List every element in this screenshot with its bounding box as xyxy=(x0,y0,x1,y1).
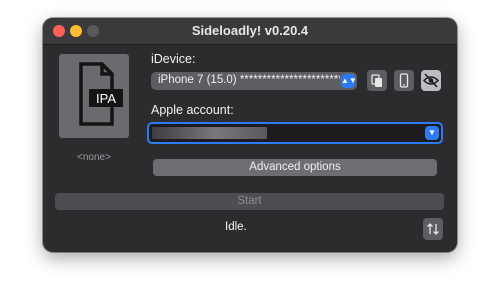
ipa-icon-text: IPA xyxy=(96,91,116,106)
status-text: Idle. xyxy=(225,221,247,233)
ipa-file-label: <none> xyxy=(77,152,111,163)
start-button[interactable]: Start xyxy=(55,193,444,210)
device-selected-value: iPhone 7 (15.0) ************************ xyxy=(158,74,340,86)
chevron-down-icon[interactable]: ▼ xyxy=(425,126,439,140)
app-window: Sideloadly! v0.20.4 IPA <none> iDevice: … xyxy=(43,18,457,252)
ipa-drop-zone[interactable]: IPA xyxy=(59,54,129,138)
phone-icon xyxy=(399,73,409,88)
apple-account-label: Apple account: xyxy=(151,103,234,117)
copy-button[interactable] xyxy=(367,70,387,91)
title-bar[interactable]: Sideloadly! v0.20.4 xyxy=(43,18,457,45)
ipa-file-icon: IPA xyxy=(79,62,123,126)
window-title: Sideloadly! v0.20.4 xyxy=(191,23,309,38)
account-value-blurred xyxy=(152,127,267,139)
device-select[interactable]: iPhone 7 (15.0) ************************… xyxy=(151,72,357,90)
eye-slash-icon xyxy=(422,73,440,88)
apple-account-combobox[interactable]: ▼ xyxy=(147,122,443,144)
device-info-button[interactable] xyxy=(394,70,414,91)
sort-arrows-icon xyxy=(427,223,439,235)
toggle-log-button[interactable] xyxy=(423,218,443,240)
hide-udid-button[interactable] xyxy=(421,70,441,91)
chevron-updown-icon: ▲▼ xyxy=(341,74,357,88)
copy-icon xyxy=(371,74,382,87)
idevice-label: iDevice: xyxy=(151,52,196,66)
advanced-options-button[interactable]: Advanced options xyxy=(153,159,437,176)
